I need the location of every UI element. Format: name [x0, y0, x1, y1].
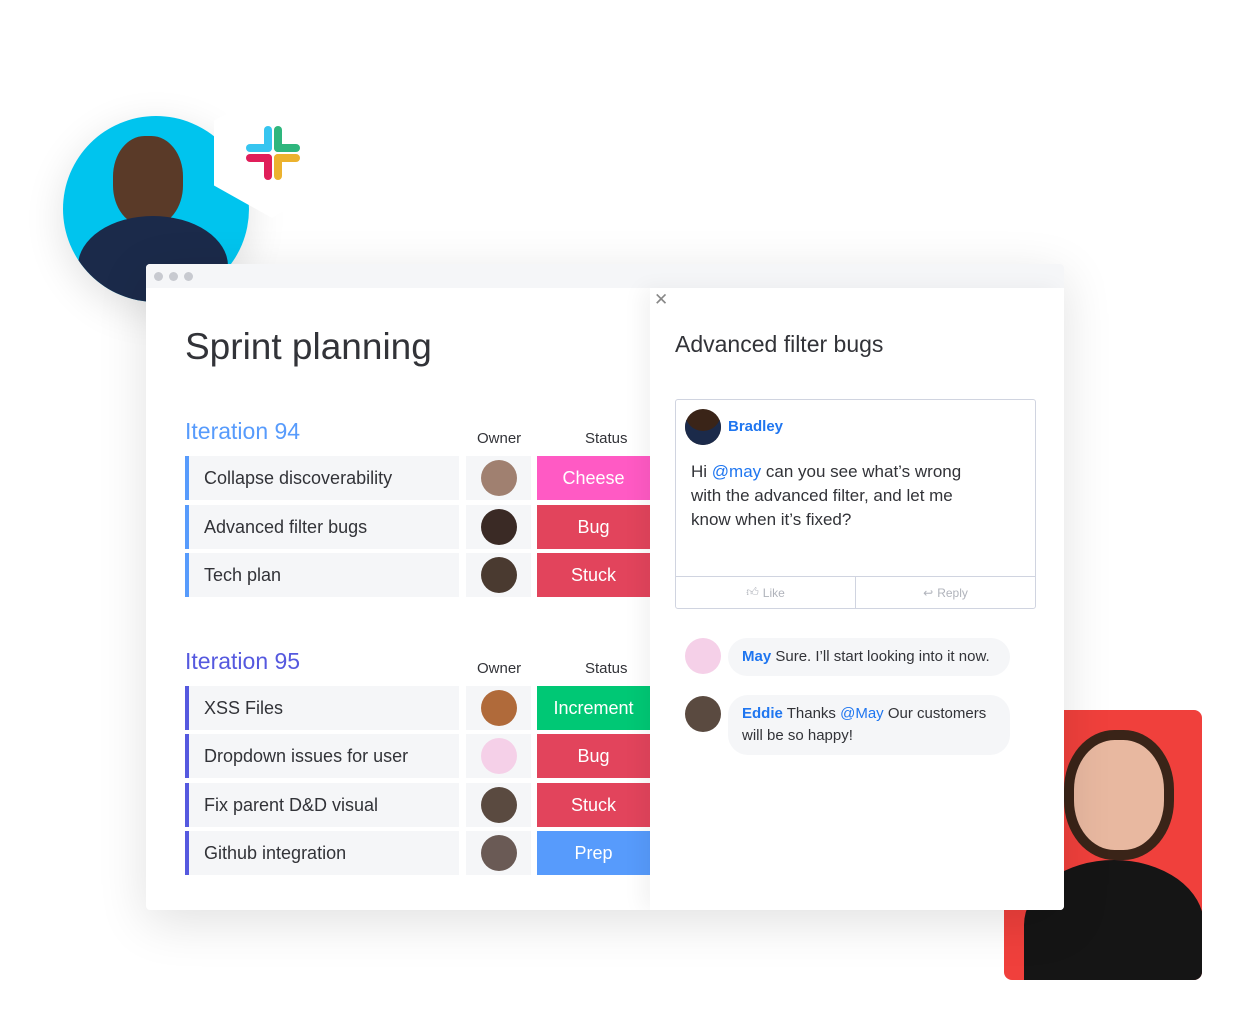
avatar	[481, 557, 517, 593]
window-dot[interactable]	[154, 272, 163, 281]
avatar	[685, 409, 721, 445]
page-title: Sprint planning	[185, 326, 432, 367]
slack-icon	[246, 126, 300, 180]
status-column-header: Status	[585, 660, 628, 677]
status-cell[interactable]: Increment	[537, 686, 650, 730]
window-dot[interactable]	[169, 272, 178, 281]
like-label: Like	[762, 585, 785, 600]
owner-cell[interactable]	[466, 831, 531, 875]
status-cell[interactable]: Prep	[537, 831, 650, 875]
avatar	[481, 835, 517, 871]
status-cell[interactable]: Stuck	[537, 553, 650, 597]
post-text: Hi @may can you see what’s wrong with th…	[691, 460, 991, 532]
reply-text: Sure. I’ll start looking into it now.	[771, 648, 990, 665]
item-name[interactable]: Tech plan	[185, 553, 459, 597]
avatar	[481, 509, 517, 545]
reply-bubble: May Sure. I’ll start looking into it now…	[728, 638, 1010, 676]
thumbs-up-icon: 👍︎	[746, 585, 759, 599]
status-column-header: Status	[585, 430, 628, 447]
reply-bubble: Eddie Thanks @May Our customers will be …	[728, 695, 1010, 755]
owner-cell[interactable]	[466, 456, 531, 500]
status-cell[interactable]: Stuck	[537, 783, 650, 827]
owner-cell[interactable]	[466, 686, 531, 730]
item-name[interactable]: Collapse discoverability	[185, 456, 459, 500]
reply-text: Thanks	[782, 705, 841, 722]
status-cell[interactable]: Bug	[537, 505, 650, 549]
window-titlebar	[146, 264, 1064, 288]
owner-column-header: Owner	[477, 660, 522, 677]
group-title[interactable]: Iteration 95	[185, 648, 300, 675]
reply-author[interactable]: Eddie	[742, 705, 783, 722]
item-panel: ✕ Advanced filter bugs Bradley Hi @may c…	[650, 288, 1064, 910]
owner-column-header: Owner	[477, 430, 522, 447]
post-text-prefix: Hi	[691, 462, 712, 481]
avatar	[481, 690, 517, 726]
reply-author[interactable]: May	[742, 648, 771, 665]
owner-cell[interactable]	[466, 734, 531, 778]
status-cell[interactable]: Bug	[537, 734, 650, 778]
mention[interactable]: @may	[712, 462, 761, 481]
avatar	[685, 696, 721, 732]
owner-cell[interactable]	[466, 505, 531, 549]
board-window: Sprint planning Iteration 94 Owner Status C…	[146, 264, 1064, 910]
owner-cell[interactable]	[466, 783, 531, 827]
item-name[interactable]: XSS Files	[185, 686, 459, 730]
close-icon[interactable]: ✕	[654, 290, 668, 310]
avatar	[481, 460, 517, 496]
avatar	[481, 738, 517, 774]
avatar	[481, 787, 517, 823]
owner-cell[interactable]	[466, 553, 531, 597]
item-name[interactable]: Fix parent D&D visual	[185, 783, 459, 827]
mention[interactable]: @May	[840, 705, 884, 722]
reply-label: Reply	[937, 585, 968, 600]
window-dot[interactable]	[184, 272, 193, 281]
group-title[interactable]: Iteration 94	[185, 418, 300, 445]
status-cell[interactable]: Cheese	[537, 456, 650, 500]
reply-icon: ↩	[923, 585, 934, 600]
item-name[interactable]: Dropdown issues for user	[185, 734, 459, 778]
avatar	[685, 638, 721, 674]
item-name[interactable]: Advanced filter bugs	[185, 505, 459, 549]
reply-button[interactable]: ↩ Reply	[856, 577, 1035, 608]
update-post: Bradley Hi @may can you see what’s wrong…	[675, 399, 1036, 609]
post-author[interactable]: Bradley	[728, 418, 783, 435]
panel-title: Advanced filter bugs	[675, 331, 884, 357]
item-name[interactable]: Github integration	[185, 831, 459, 875]
like-button[interactable]: 👍︎ Like	[676, 577, 856, 608]
